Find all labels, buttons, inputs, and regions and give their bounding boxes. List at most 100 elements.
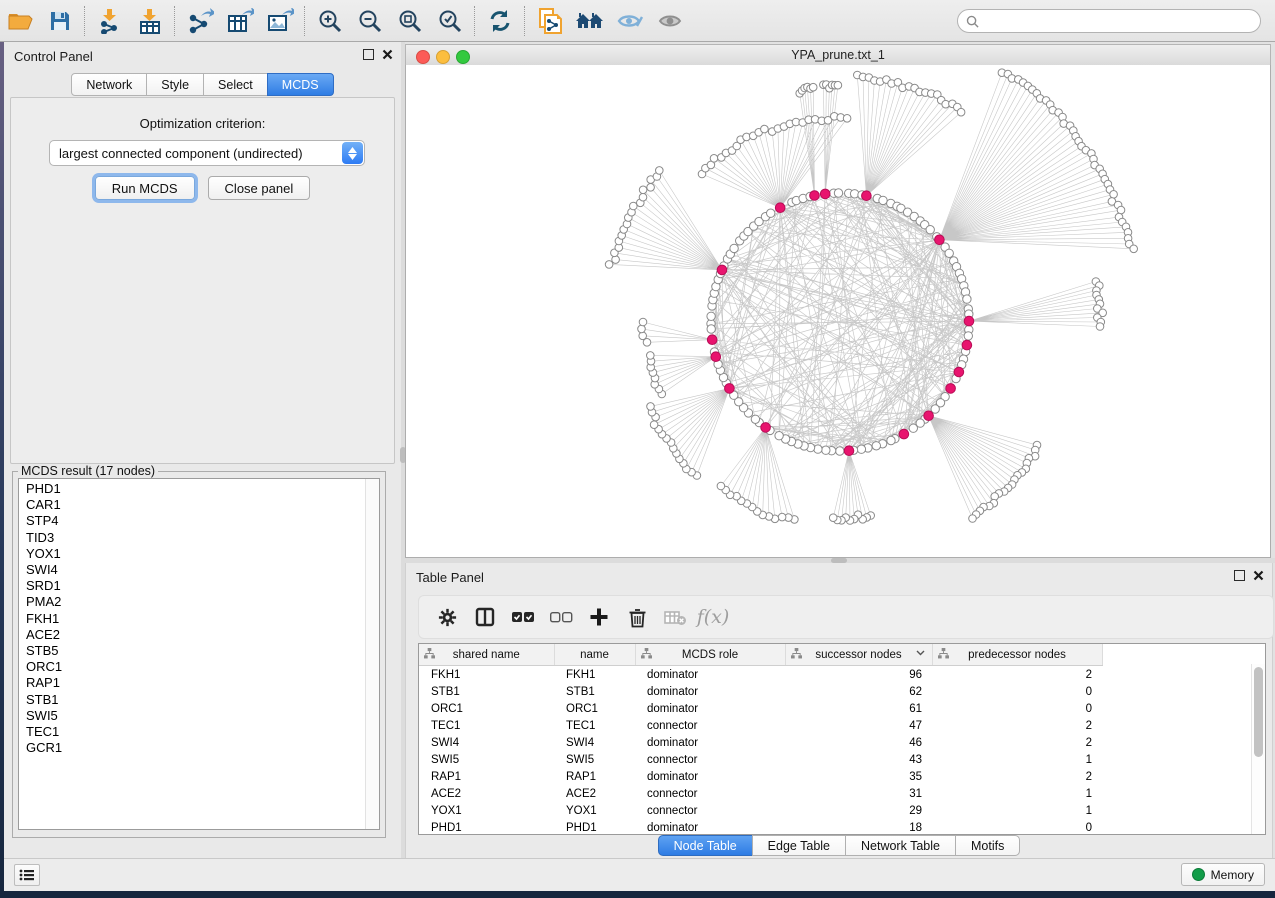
- close-panel-icon[interactable]: [1253, 570, 1264, 581]
- table-row[interactable]: YOX1YOX1connector291: [419, 802, 1102, 819]
- table-cell: 47: [785, 717, 932, 734]
- select-all-button[interactable]: [507, 601, 539, 633]
- table-row[interactable]: ACE2ACE2connector311: [419, 785, 1102, 802]
- close-panel-icon[interactable]: [382, 49, 393, 60]
- first-neighbors-button[interactable]: [570, 4, 610, 38]
- mcds-result-item[interactable]: TID3: [19, 530, 379, 546]
- table-row[interactable]: SWI4SWI4dominator462: [419, 734, 1102, 751]
- mcds-result-scrollbar[interactable]: [365, 479, 379, 829]
- zoom-selected-button[interactable]: [430, 4, 470, 38]
- tab-select[interactable]: Select: [203, 73, 268, 96]
- network-canvas[interactable]: [405, 65, 1271, 558]
- table-cell: PHD1: [419, 819, 554, 835]
- mcds-result-item[interactable]: PMA2: [19, 594, 379, 610]
- table-row[interactable]: PHD1PHD1dominator180: [419, 819, 1102, 835]
- mcds-result-item[interactable]: STB5: [19, 643, 379, 659]
- deselect-all-button[interactable]: [545, 601, 577, 633]
- table-cell: ORC1: [554, 700, 635, 717]
- column-header-shared-name[interactable]: shared name: [419, 644, 554, 666]
- table-scrollbar[interactable]: [1251, 664, 1265, 834]
- show-all-eye-button[interactable]: [650, 4, 690, 38]
- table-row[interactable]: FKH1FKH1dominator962: [419, 666, 1102, 684]
- table-panel-header: Table Panel: [406, 563, 1272, 589]
- close-panel-button[interactable]: Close panel: [208, 176, 311, 200]
- export-image-button[interactable]: [260, 4, 300, 38]
- mcds-result-item[interactable]: ACE2: [19, 627, 379, 643]
- tab-network-table[interactable]: Network Table: [845, 835, 956, 856]
- zoom-in-button[interactable]: [310, 4, 350, 38]
- table-cell: SWI4: [554, 734, 635, 751]
- column-header-name[interactable]: name: [554, 644, 635, 666]
- mcds-result-item[interactable]: SWI5: [19, 708, 379, 724]
- mcds-result-item[interactable]: STP4: [19, 513, 379, 529]
- mcds-result-item[interactable]: RAP1: [19, 675, 379, 691]
- mcds-result-item[interactable]: SWI4: [19, 562, 379, 578]
- delete-table-button[interactable]: [659, 601, 691, 633]
- column-header-successor-nodes[interactable]: successor nodes: [785, 644, 932, 666]
- save-button[interactable]: [40, 4, 80, 38]
- tab-edge-table[interactable]: Edge Table: [752, 835, 846, 856]
- network-window-titlebar: YPA_prune.txt_1: [405, 44, 1271, 67]
- table-cell: 0: [932, 683, 1102, 700]
- mcds-result-item[interactable]: ORC1: [19, 659, 379, 675]
- tab-node-table[interactable]: Node Table: [658, 835, 753, 856]
- table-row[interactable]: SWI5SWI5connector431: [419, 751, 1102, 768]
- table-cell: FKH1: [419, 666, 554, 684]
- table-scrollbar-thumb[interactable]: [1254, 667, 1263, 757]
- network-window: YPA_prune.txt_1: [405, 44, 1271, 558]
- table-cell: 46: [785, 734, 932, 751]
- function-builder-button[interactable]: f(x): [697, 601, 729, 633]
- refresh-button[interactable]: [480, 4, 520, 38]
- mcds-result-item[interactable]: YOX1: [19, 546, 379, 562]
- column-header-predecessor-nodes[interactable]: predecessor nodes: [932, 644, 1102, 666]
- mcds-result-item[interactable]: FKH1: [19, 611, 379, 627]
- mcds-result-item[interactable]: SRD1: [19, 578, 379, 594]
- mcds-result-groupbox: MCDS result (17 nodes) PHD1CAR1STP4TID3Y…: [12, 464, 386, 838]
- table-row[interactable]: RAP1RAP1dominator352: [419, 768, 1102, 785]
- tab-style[interactable]: Style: [146, 73, 204, 96]
- run-mcds-button[interactable]: Run MCDS: [95, 176, 195, 200]
- table-cell: 2: [932, 717, 1102, 734]
- open-folder-button[interactable]: [0, 4, 40, 38]
- table-cell: dominator: [635, 734, 785, 751]
- mcds-result-item[interactable]: GCR1: [19, 740, 379, 756]
- export-network-button[interactable]: [180, 4, 220, 38]
- export-table-button[interactable]: [220, 4, 260, 38]
- hide-selected-eye-button[interactable]: [610, 4, 650, 38]
- zoom-out-button[interactable]: [350, 4, 390, 38]
- import-table-button[interactable]: [130, 4, 170, 38]
- search-input[interactable]: [984, 13, 1252, 29]
- tab-network[interactable]: Network: [71, 73, 147, 96]
- table-cell: 2: [932, 666, 1102, 684]
- import-network-button[interactable]: [90, 4, 130, 38]
- zoom-fit-button[interactable]: [390, 4, 430, 38]
- table-row[interactable]: TEC1TEC1connector472: [419, 717, 1102, 734]
- settings-gear-button[interactable]: [431, 601, 463, 633]
- add-button[interactable]: [583, 601, 615, 633]
- table-cell: ACE2: [554, 785, 635, 802]
- tab-mcds[interactable]: MCDS: [267, 73, 334, 96]
- optimization-select[interactable]: largest connected component (undirected): [49, 140, 365, 166]
- tab-motifs[interactable]: Motifs: [955, 835, 1020, 856]
- table-row[interactable]: ORC1ORC1dominator610: [419, 700, 1102, 717]
- mcds-result-item[interactable]: CAR1: [19, 497, 379, 513]
- table-row[interactable]: STB1STB1dominator620: [419, 683, 1102, 700]
- delete-trash-button[interactable]: [621, 601, 653, 633]
- panel-list-button[interactable]: [14, 864, 40, 886]
- mcds-result-item[interactable]: TEC1: [19, 724, 379, 740]
- table-cell: 1: [932, 785, 1102, 802]
- memory-label: Memory: [1211, 868, 1254, 882]
- table-cell: connector: [635, 717, 785, 734]
- show-columns-button[interactable]: [469, 601, 501, 633]
- table-cell: connector: [635, 802, 785, 819]
- float-panel-icon[interactable]: [363, 49, 374, 60]
- mcds-result-item[interactable]: PHD1: [19, 481, 379, 497]
- table-cell: RAP1: [419, 768, 554, 785]
- float-panel-icon[interactable]: [1234, 570, 1245, 581]
- mcds-result-item[interactable]: STB1: [19, 692, 379, 708]
- table-cell: 2: [932, 734, 1102, 751]
- table-panel-title: Table Panel: [416, 570, 484, 585]
- memory-button[interactable]: Memory: [1181, 863, 1265, 886]
- copy-document-button[interactable]: [530, 4, 570, 38]
- column-header-mcds-role[interactable]: MCDS role: [635, 644, 785, 666]
